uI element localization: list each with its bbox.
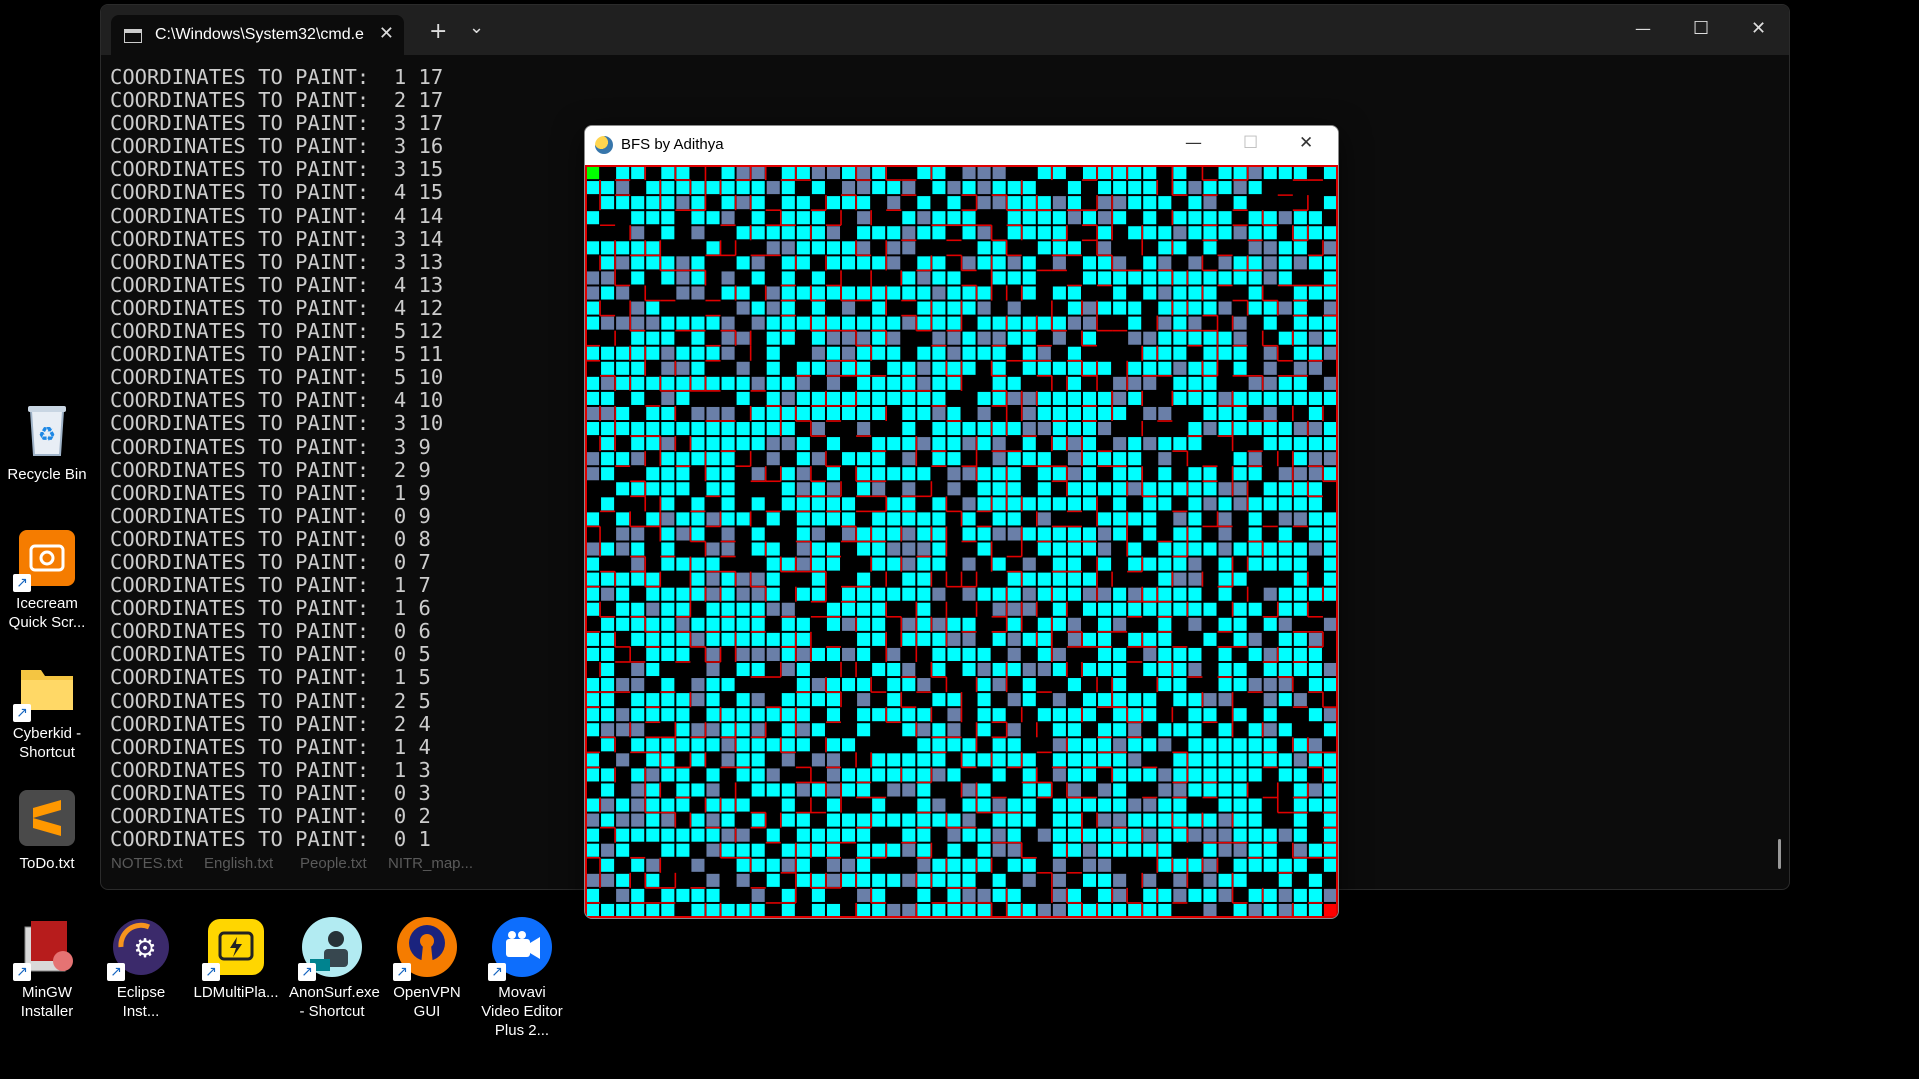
shortcut-arrow-icon: ↗: [13, 963, 31, 981]
desktop-icon-label: AnonSurf.exe - Shortcut: [289, 984, 380, 1020]
ghost-label: English.txt: [204, 855, 274, 872]
anonsurf-icon: ↗: [298, 915, 364, 981]
mingw-installer-icon: ↗: [13, 915, 79, 981]
desktop-icon-openvpn[interactable]: ↗ OpenVPN GUI: [384, 915, 470, 1021]
shortcut-arrow-icon: ↗: [202, 963, 220, 981]
ghost-label: People.txt: [300, 855, 367, 872]
maze-end-cell: [1323, 903, 1336, 916]
terminal-titlebar[interactable]: C:\Windows\System32\cmd.e ✕ + ⌄ — ☐ ✕: [101, 5, 1789, 55]
recycle-bin-icon: ♻: [15, 397, 79, 461]
desktop-icon-label: Recycle Bin: [7, 466, 87, 483]
desktop-icon-label: Movavi Video Editor Plus 2...: [481, 984, 563, 1039]
desktop-icon-movavi[interactable]: ↗ Movavi Video Editor Plus 2...: [479, 915, 565, 1040]
desktop-icon-eclipse[interactable]: ⚙ ↗ Eclipse Inst...: [98, 915, 184, 1021]
minimize-button[interactable]: —: [1635, 19, 1651, 38]
icecream-screen-recorder-icon: ↗: [13, 526, 79, 592]
svg-text:♻: ♻: [38, 422, 56, 446]
tab-cmd[interactable]: C:\Windows\System32\cmd.e ✕: [111, 15, 404, 55]
shortcut-arrow-icon: ↗: [13, 574, 31, 592]
desktop-icon-label: LDMultiPla...: [193, 984, 279, 1001]
desktop-icon-label: Icecream Quick Scr...: [8, 595, 86, 631]
sublime-text-icon: [15, 786, 79, 850]
shortcut-arrow-icon: ↗: [393, 963, 411, 981]
desktop-icon-icecream[interactable]: ↗ Icecream Quick Scr...: [4, 526, 90, 632]
new-tab-button[interactable]: +: [429, 19, 447, 44]
desktop-icon-label: ToDo.txt: [19, 855, 75, 872]
tab-close-button[interactable]: ✕: [379, 23, 394, 44]
movavi-icon: ↗: [488, 915, 554, 981]
maze-start-cell: [587, 167, 600, 180]
desktop-icon-todo[interactable]: ToDo.txt: [4, 786, 90, 873]
terminal-icon: [124, 29, 142, 43]
shortcut-arrow-icon: ↗: [107, 963, 125, 981]
maze-grid: [585, 165, 1338, 918]
bfs-close-button[interactable]: ✕: [1299, 133, 1313, 153]
bfs-window[interactable]: BFS by Adithya — ☐ ✕: [584, 125, 1339, 919]
tab-dropdown-button[interactable]: ⌄: [469, 17, 484, 38]
shortcut-arrow-icon: ↗: [13, 704, 31, 722]
eclipse-installer-icon: ⚙ ↗: [107, 915, 173, 981]
desktop-icon-label: Eclipse Inst...: [116, 984, 166, 1020]
terminal-scrollbar[interactable]: [1778, 839, 1781, 869]
openvpn-icon: ↗: [393, 915, 459, 981]
bfs-maximize-button[interactable]: ☐: [1243, 133, 1258, 153]
python-icon: [595, 136, 613, 154]
folder-icon: ↗: [13, 656, 79, 722]
desktop-icon-label: MinGW Installer: [20, 984, 74, 1020]
terminal-line: COORDINATES TO PAINT: 1 17: [110, 65, 444, 89]
close-button[interactable]: ✕: [1751, 18, 1766, 39]
desktop-icon-mingw[interactable]: ↗ MinGW Installer: [4, 915, 90, 1021]
desktop-icon-cyberkid[interactable]: ↗ Cyberkid - Shortcut: [4, 656, 90, 762]
bfs-minimize-button[interactable]: —: [1185, 133, 1202, 153]
tab-title: C:\Windows\System32\cmd.e: [155, 26, 364, 43]
shortcut-arrow-icon: ↗: [488, 963, 506, 981]
svg-text:⚙: ⚙: [133, 934, 156, 964]
ldmultiplayer-icon: ↗: [202, 915, 268, 981]
desktop-icon-ldmultiplayer[interactable]: ↗ LDMultiPla...: [193, 915, 279, 1002]
desktop-icon-label: Cyberkid - Shortcut: [12, 725, 82, 761]
desktop-icon-label: OpenVPN GUI: [393, 984, 461, 1020]
bfs-window-title: BFS by Adithya: [621, 136, 724, 153]
ghost-label: NITR_map...: [388, 855, 474, 872]
maximize-button[interactable]: ☐: [1693, 18, 1709, 39]
bfs-titlebar[interactable]: BFS by Adithya — ☐ ✕: [585, 126, 1338, 165]
desktop-icon-recycle-bin[interactable]: ♻ Recycle Bin: [4, 397, 90, 484]
terminal-line: COORDINATES TO PAINT: 2 17: [110, 88, 444, 113]
ghost-label: NOTES.txt: [111, 855, 183, 872]
shortcut-arrow-icon: ↗: [298, 963, 316, 981]
desktop-icon-anonsurf[interactable]: ↗ AnonSurf.exe - Shortcut: [289, 915, 380, 1021]
